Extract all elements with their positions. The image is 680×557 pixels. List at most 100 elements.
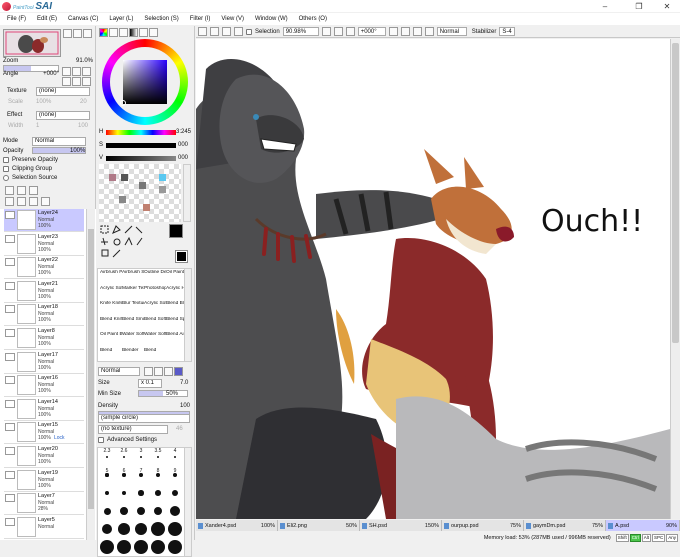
selection-checkbox[interactable]	[246, 28, 252, 35]
view-mode-select[interactable]: Normal	[436, 27, 467, 36]
layer-row[interactable]: Layer24 Normal 100%	[4, 209, 84, 232]
brush-preset[interactable]: Blend Knife	[100, 317, 122, 332]
brush-preset[interactable]: Outline Detail	[144, 270, 166, 285]
foreground-color-swatch[interactable]	[169, 224, 183, 238]
delete-layer-button[interactable]	[41, 197, 50, 206]
zoom-out-button[interactable]	[321, 27, 331, 36]
color-picker-cursor[interactable]	[120, 100, 126, 106]
v-slider[interactable]	[106, 156, 176, 161]
layer-visibility-eye-icon[interactable]	[5, 258, 15, 267]
brush-grid-scrollbar[interactable]	[184, 268, 192, 362]
selection-toggle[interactable]: Selection	[246, 28, 280, 35]
brush-preset[interactable]: Water Soft	[122, 332, 144, 347]
clipping-group-row[interactable]: Clipping Group	[3, 166, 52, 172]
clipping-group-checkbox[interactable]	[3, 166, 9, 172]
layer-visibility-eye-icon[interactable]	[5, 376, 15, 385]
brush-shape-2[interactable]	[154, 367, 163, 376]
new-linework-button[interactable]	[17, 186, 26, 195]
swatch[interactable]	[159, 186, 166, 193]
layer-visibility-eye-icon[interactable]	[5, 234, 15, 243]
merge-down-button[interactable]	[17, 197, 26, 206]
menu-edit[interactable]: Edit (E)	[37, 16, 57, 22]
nav-zoom-in-button[interactable]	[63, 29, 72, 38]
transparent-color-swatch[interactable]	[175, 250, 188, 263]
brush-shape-select[interactable]: (simple circle)	[98, 414, 190, 423]
document-tab[interactable]: Eli2.png 50%	[278, 520, 360, 531]
effect-select[interactable]: (none)	[36, 111, 90, 120]
preserve-opacity-row[interactable]: Preserve Opacity	[3, 157, 58, 163]
brush-size-dot[interactable]	[134, 522, 148, 536]
layer-visibility-eye-icon[interactable]	[5, 211, 15, 219]
brush-preset[interactable]: Blend Soft	[144, 317, 166, 332]
layer-visibility-eye-icon[interactable]	[5, 470, 15, 479]
brush-size-dot[interactable]	[151, 522, 165, 536]
layer-row[interactable]: Layer23 Normal 100%	[4, 232, 84, 256]
brush-size-dot[interactable]	[138, 490, 144, 496]
brush-preset[interactable]: Photoshop Brush	[144, 286, 166, 301]
clear-layer-button[interactable]	[29, 197, 38, 206]
flip-v-button[interactable]	[72, 77, 81, 86]
rotate-reset-tb-button[interactable]	[412, 27, 422, 36]
brush-preset[interactable]: Oil Paint Blend	[100, 332, 122, 347]
brush-size-dot[interactable]	[151, 540, 165, 554]
minimize-button[interactable]: –	[594, 0, 616, 12]
swatch[interactable]	[109, 174, 116, 181]
layer-row[interactable]: Layer20 Normal 100%	[4, 445, 84, 468]
layer-list-scrollbar[interactable]	[86, 209, 95, 540]
layer-visibility-eye-icon[interactable]	[5, 399, 15, 408]
layer-mode-select[interactable]: Normal	[32, 137, 86, 146]
brush-texture-select[interactable]: (no texture)	[98, 425, 168, 434]
brush-preset[interactable]: Blend	[144, 348, 166, 362]
brush-size-dot[interactable]	[171, 489, 179, 497]
brush-size-dot[interactable]	[100, 540, 114, 554]
brush-preset[interactable]: Blend	[100, 348, 122, 362]
brush-preset[interactable]: Airbrush Soft	[122, 270, 144, 285]
brush-size-dot[interactable]	[122, 455, 126, 459]
brush-size-dot[interactable]	[155, 490, 161, 496]
new-layer-button[interactable]	[5, 186, 14, 195]
brush-size-scrollbar[interactable]	[184, 447, 192, 557]
nav-zoom-out-button[interactable]	[73, 29, 82, 38]
layer-row[interactable]: Layer5 Normal	[4, 515, 84, 539]
brush-size-dot[interactable]	[103, 507, 111, 515]
swatch[interactable]	[121, 174, 128, 181]
flip-canvas-button[interactable]	[424, 27, 434, 36]
hsv-mode-icon[interactable]	[119, 28, 128, 37]
size-multiplier[interactable]: x 0.1	[138, 379, 162, 388]
color-wheel-mode-icon[interactable]	[99, 28, 108, 37]
layer-visibility-eye-icon[interactable]	[5, 423, 15, 432]
redo-button[interactable]	[210, 27, 219, 36]
zoom-in-button[interactable]	[333, 27, 343, 36]
menu-view[interactable]: View (V)	[221, 16, 244, 22]
angle-field[interactable]: +000°	[357, 27, 386, 36]
min-size-slider[interactable]	[138, 390, 188, 397]
preserve-opacity-checkbox[interactable]	[3, 157, 9, 163]
transfer-down-button[interactable]	[5, 197, 14, 206]
gradient-mode-icon[interactable]	[129, 28, 138, 37]
rotate-cw-button[interactable]	[400, 27, 410, 36]
brush-size-dot[interactable]	[121, 490, 127, 496]
menu-selection[interactable]: Selection (S)	[144, 16, 178, 22]
color-wheel[interactable]	[102, 39, 188, 125]
brush-size-dot[interactable]	[173, 455, 177, 459]
swatch[interactable]	[143, 204, 150, 211]
brush-preset[interactable]: Blender	[122, 348, 144, 362]
layer-row[interactable]: Layer15 Normal 100% Lock	[4, 421, 84, 445]
swatch-mode-icon[interactable]	[139, 28, 148, 37]
document-tab[interactable]: A.psd 90%	[606, 520, 680, 531]
brush-size-dot[interactable]	[136, 506, 146, 516]
reset-view-button[interactable]	[82, 77, 91, 86]
menu-file[interactable]: File (F)	[7, 16, 26, 22]
advanced-settings-row[interactable]: Advanced Settings	[98, 437, 157, 443]
layer-scroll-thumb[interactable]	[88, 229, 94, 509]
brush-size-dot[interactable]	[134, 540, 148, 554]
layer-row[interactable]: Layer14 Normal 100%	[4, 397, 84, 421]
menu-canvas[interactable]: Canvas (C)	[68, 16, 98, 22]
layer-row[interactable]: Layer7 Normal 28%	[4, 492, 84, 516]
brush-shape-1[interactable]	[144, 367, 153, 376]
layer-row[interactable]: Layer21 Normal 100%	[4, 279, 84, 303]
maximize-button[interactable]: ❐	[628, 0, 650, 12]
s-slider[interactable]	[106, 143, 176, 148]
menu-filter[interactable]: Filter (I)	[190, 16, 211, 22]
brush-preset[interactable]: Acrylic Soft	[100, 286, 122, 301]
